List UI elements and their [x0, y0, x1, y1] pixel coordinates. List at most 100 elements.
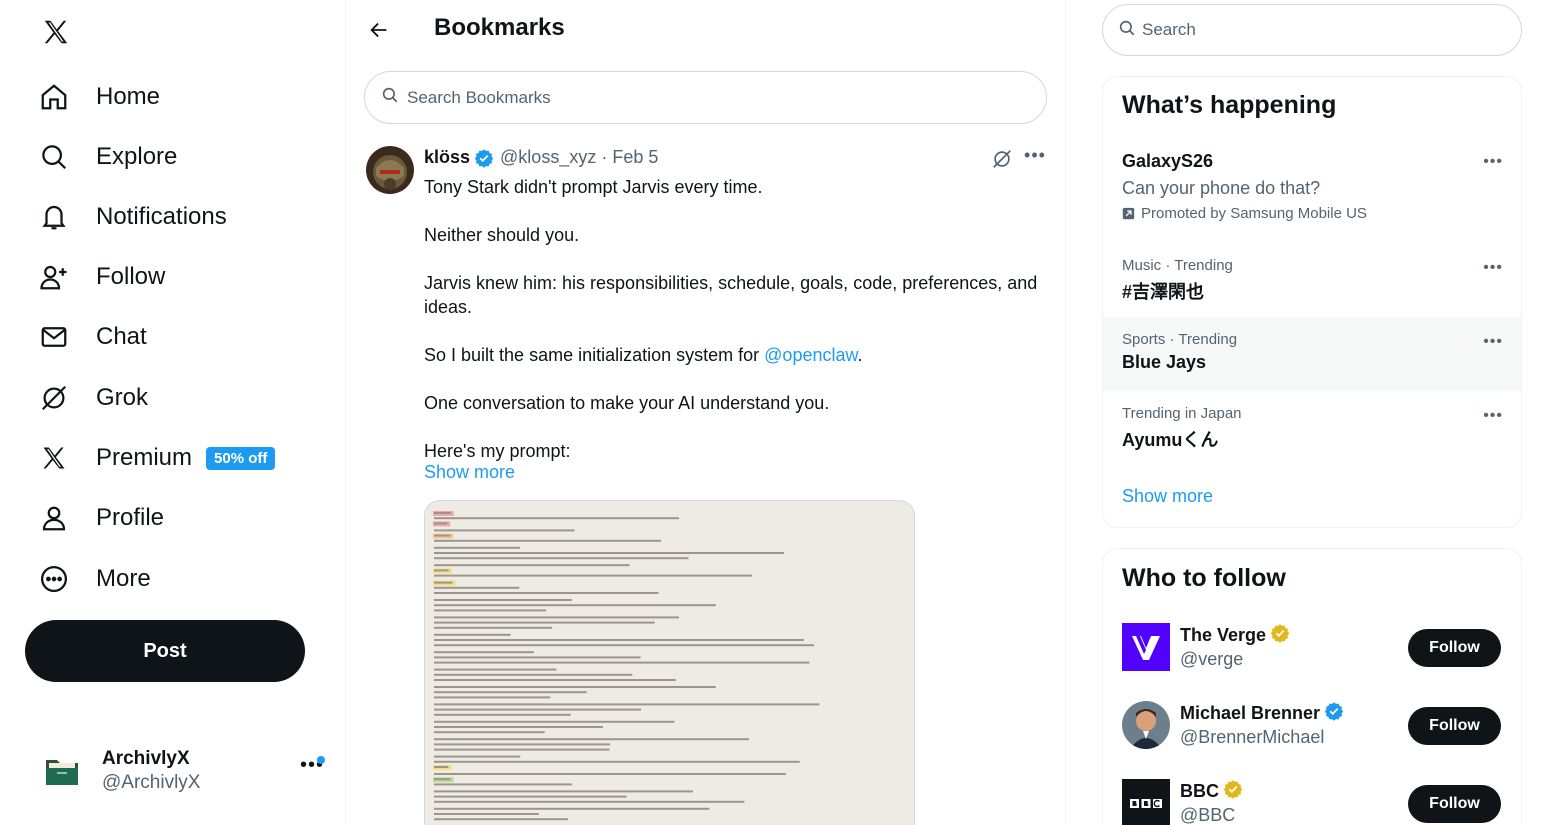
document-text-line	[434, 661, 810, 664]
more-icon[interactable]: •••	[1023, 145, 1047, 169]
document-text-line	[434, 738, 750, 741]
document-text-line	[434, 731, 545, 734]
tweet-paragraph: Tony Stark didn't prompt Jarvis every ti…	[424, 177, 763, 197]
nav-profile[interactable]: Profile	[25, 492, 178, 544]
follow-suggestion[interactable]: Michael Brenner @BrennerMichael Follow	[1103, 701, 1521, 761]
nav-follow[interactable]: Follow	[25, 251, 179, 303]
trend-item[interactable]: GalaxyS26 Can your phone do that? Promot…	[1103, 151, 1521, 231]
document-text-line	[434, 713, 571, 716]
suggestion-name-text: BBC	[1180, 781, 1219, 801]
search-box[interactable]	[1102, 4, 1522, 56]
mention-link[interactable]: @openclaw	[764, 345, 857, 365]
suggestion-name: Michael Brenner	[1180, 701, 1344, 726]
tweet-author-name[interactable]: klöss	[424, 147, 470, 168]
follow-button[interactable]: Follow	[1408, 707, 1501, 745]
page-header: Bookmarks	[347, 0, 1065, 58]
document-text-line	[434, 668, 557, 671]
document-text-line	[434, 795, 627, 798]
nav-follow-label: Follow	[96, 263, 166, 290]
post-button[interactable]: Post	[25, 620, 305, 682]
verified-badge-icon	[1324, 701, 1344, 726]
who-to-follow-title: Who to follow	[1122, 564, 1286, 592]
promoted-label: Promoted by Samsung Mobile US	[1122, 205, 1521, 222]
document-text-line	[434, 592, 659, 594]
tweet-paragraph: One conversation to make your AI underst…	[424, 393, 830, 413]
nav-more[interactable]: More	[25, 553, 165, 605]
document-text-line	[434, 574, 752, 577]
more-icon[interactable]: •••	[1483, 153, 1503, 171]
whats-happening-title: What’s happening	[1122, 91, 1337, 119]
trend-item[interactable]: Trending in Japan Ayumuくん •••	[1103, 391, 1521, 465]
follow-suggestion[interactable]: The Verge @verge Follow	[1103, 623, 1521, 683]
document-text-line	[434, 539, 662, 542]
back-arrow-icon[interactable]	[363, 14, 395, 46]
tweet-image[interactable]	[424, 500, 915, 825]
document-text-line	[434, 522, 448, 525]
tweet-paragraph: Here's my prompt:	[424, 441, 571, 461]
nav-premium[interactable]: Premium 50% off	[25, 432, 289, 484]
trend-name: GalaxyS26	[1122, 151, 1214, 171]
show-more-link[interactable]: Show more	[424, 462, 515, 483]
search-icon	[381, 86, 399, 109]
tweet-header: klöss @kloss_xyz · Feb 5	[424, 147, 658, 168]
suggestion-name: The Verge	[1180, 623, 1290, 648]
show-more-trends-link[interactable]: Show more	[1122, 486, 1213, 507]
gold-verified-badge-icon	[1223, 779, 1243, 804]
nav-home[interactable]: Home	[25, 71, 174, 123]
grok-icon[interactable]	[990, 147, 1014, 171]
mail-icon	[39, 322, 69, 352]
trend-item[interactable]: Music · Trending #吉澤閑也 •••	[1103, 247, 1521, 317]
bookmark-search-box[interactable]	[364, 71, 1047, 124]
tweet[interactable]: klöss @kloss_xyz · Feb 5 ••• Tony Stark …	[347, 136, 1065, 825]
trend-category: Music · Trending	[1122, 257, 1233, 274]
document-text-line	[434, 517, 680, 520]
trend-item[interactable]: Sports · Trending Blue Jays •••	[1103, 317, 1521, 391]
document-text-line	[434, 800, 745, 803]
tweet-text: Tony Stark didn't prompt Jarvis every ti…	[424, 175, 1044, 487]
tweet-paragraph: Jarvis knew him: his responsibilities, s…	[424, 273, 1038, 317]
document-text-line	[434, 599, 572, 601]
more-icon[interactable]: •••	[1483, 259, 1503, 277]
trend-name: Ayumuくん	[1122, 430, 1219, 450]
nav-grok[interactable]: Grok	[25, 372, 162, 424]
search-input[interactable]	[1142, 20, 1502, 40]
nav-chat[interactable]: Chat	[25, 311, 161, 363]
document-text-line	[434, 755, 521, 758]
account-switcher[interactable]: ArchivlyX @ArchivlyX •••	[40, 740, 330, 802]
more-icon[interactable]: •••	[1483, 407, 1503, 425]
document-text-line	[434, 604, 716, 607]
nav-premium-label: Premium	[96, 444, 193, 471]
tweet-paragraph-text: So I built the same initialization syste…	[424, 345, 765, 365]
tweet-paragraph: Neither should you.	[424, 225, 580, 245]
nav-explore[interactable]: Explore	[25, 131, 191, 183]
document-text-line	[434, 626, 553, 629]
x-logo-icon[interactable]	[38, 14, 74, 50]
tweet-author-handle[interactable]: @kloss_xyz	[500, 147, 596, 168]
bookmarks-column: Bookmarks klöss @kloss_xyz · Feb 5	[347, 0, 1066, 825]
nav-notifications[interactable]: Notifications	[25, 191, 241, 243]
document-text-line	[434, 743, 611, 746]
document-text-line	[434, 703, 820, 706]
nav-explore-label: Explore	[96, 143, 178, 170]
promoted-text: Promoted by Samsung Mobile US	[1141, 205, 1367, 222]
more-icon[interactable]: •••	[1483, 333, 1503, 351]
document-text-line	[434, 691, 587, 694]
who-to-follow-card: Who to follow The Verge @verge Follow Mi…	[1102, 548, 1522, 825]
trend-category: Trending in Japan	[1122, 405, 1242, 422]
verge-logo-icon	[1122, 623, 1170, 671]
right-sidebar: What’s happening GalaxyS26 Can your phon…	[1066, 0, 1565, 825]
follow-button[interactable]: Follow	[1408, 785, 1501, 823]
document-text-line	[434, 512, 451, 514]
search-icon	[1118, 19, 1136, 42]
document-text-line	[434, 679, 676, 681]
bookmark-search-input[interactable]	[407, 87, 1007, 108]
tweet-date[interactable]: Feb 5	[612, 147, 658, 168]
follow-button[interactable]: Follow	[1408, 629, 1501, 667]
follow-suggestion[interactable]: BBC @BBC Follow	[1103, 779, 1521, 825]
document-text-line	[434, 673, 633, 676]
document-text-line	[434, 748, 610, 751]
document-text-line	[434, 616, 679, 619]
premium-discount-badge: 50% off	[206, 446, 276, 470]
document-text-line	[434, 564, 630, 567]
avatar[interactable]	[366, 146, 414, 194]
